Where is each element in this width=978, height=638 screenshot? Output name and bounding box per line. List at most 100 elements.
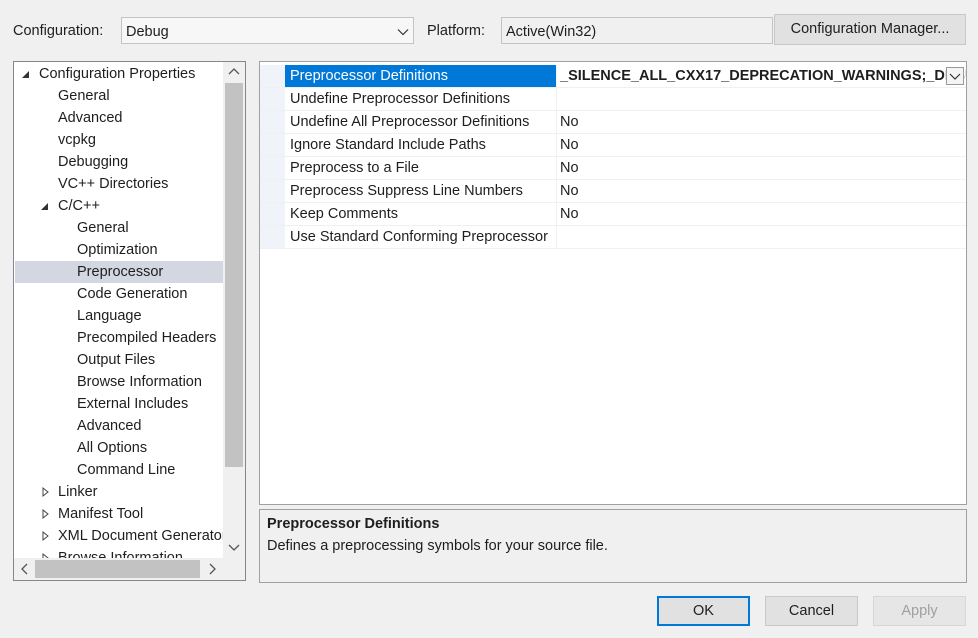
tree-item-label: Browse Information — [77, 374, 202, 390]
scroll-down-icon[interactable] — [228, 541, 240, 553]
tree-item[interactable]: Advanced — [15, 107, 223, 129]
property-name[interactable]: Undefine Preprocessor Definitions — [285, 88, 556, 110]
tree-item[interactable]: Language — [15, 305, 223, 327]
value-dropdown-button[interactable] — [946, 67, 964, 85]
platform-dropdown[interactable]: Active(Win32) — [501, 17, 773, 44]
apply-button[interactable]: Apply — [873, 596, 966, 626]
property-row[interactable]: Use Standard Conforming Preprocessor — [260, 226, 966, 249]
platform-dropdown-value: Active(Win32) — [506, 24, 597, 40]
property-row[interactable]: Undefine All Preprocessor Definitions No — [260, 111, 966, 134]
property-value-text: _SILENCE_ALL_CXX17_DEPRECATION_WARNINGS;… — [560, 68, 966, 84]
property-row[interactable]: Undefine Preprocessor Definitions — [260, 88, 966, 111]
property-row[interactable]: Ignore Standard Include Paths No — [260, 134, 966, 157]
tree-item-label: VC++ Directories — [58, 176, 169, 192]
property-grid[interactable]: Preprocessor Definitions _SILENCE_ALL_CXX… — [259, 61, 967, 505]
property-value[interactable]: No — [556, 203, 966, 225]
tree-horizontal-scrollbar[interactable] — [14, 558, 223, 580]
property-value-text: No — [560, 160, 579, 176]
property-value-text: No — [560, 137, 579, 153]
tree-item[interactable]: Optimization — [15, 239, 223, 261]
ok-button[interactable]: OK — [657, 596, 750, 626]
tree-item[interactable]: Manifest Tool — [15, 503, 223, 525]
tree-item-label: Optimization — [77, 242, 158, 258]
scroll-left-icon[interactable] — [19, 563, 31, 575]
row-gutter — [260, 157, 285, 179]
tree-item[interactable]: Code Generation — [15, 283, 223, 305]
tree-item-label: Code Generation — [77, 286, 188, 302]
row-gutter — [260, 203, 285, 225]
cancel-button[interactable]: Cancel — [765, 596, 858, 626]
property-value[interactable]: No — [556, 180, 966, 202]
description-text: Defines a preprocessing symbols for your… — [267, 538, 608, 554]
tree-collapsed-icon[interactable] — [39, 481, 51, 503]
property-value-text: No — [560, 114, 579, 130]
row-gutter — [260, 134, 285, 156]
property-value-text: No — [560, 183, 579, 199]
tree-item-label: Manifest Tool — [58, 506, 144, 522]
tree-expanded-icon[interactable] — [20, 63, 32, 85]
property-name[interactable]: Undefine All Preprocessor Definitions — [285, 111, 556, 133]
property-name[interactable]: Preprocess to a File — [285, 157, 556, 179]
tree-item[interactable]: Command Line — [15, 459, 223, 481]
property-name[interactable]: Preprocessor Definitions — [285, 65, 556, 87]
configuration-manager-button[interactable]: Configuration Manager... — [774, 14, 966, 45]
property-value-text: No — [560, 206, 579, 222]
property-value[interactable]: No — [556, 111, 966, 133]
tree-item[interactable]: Advanced — [15, 415, 223, 437]
tree-item[interactable]: XML Document Generator — [15, 525, 227, 547]
tree-item[interactable]: General — [15, 85, 223, 107]
tree-item[interactable]: Precompiled Headers — [15, 327, 223, 349]
tree-item-label: vcpkg — [58, 132, 96, 148]
tree-item[interactable]: C/C++ — [15, 195, 223, 217]
property-row[interactable]: Preprocessor Definitions _SILENCE_ALL_CXX… — [260, 65, 966, 88]
tree-item-label: Linker — [58, 484, 98, 500]
tree-item[interactable]: All Options — [15, 437, 223, 459]
property-value[interactable]: No — [556, 157, 966, 179]
tree-item[interactable]: External Includes — [15, 393, 223, 415]
tree-item[interactable]: Linker — [15, 481, 223, 503]
tree-item[interactable]: Output Files — [15, 349, 223, 371]
platform-label: Platform: — [427, 23, 486, 39]
property-value[interactable]: _SILENCE_ALL_CXX17_DEPRECATION_WARNINGS;… — [556, 65, 966, 87]
property-value[interactable] — [556, 88, 966, 110]
property-row[interactable]: Keep Comments No — [260, 203, 966, 226]
tree-item-label: General — [58, 88, 110, 104]
tree-item-label: General — [77, 220, 129, 236]
property-value[interactable]: No — [556, 134, 966, 156]
tree-item[interactable]: vcpkg — [15, 129, 223, 151]
tree-item[interactable]: General — [15, 217, 223, 239]
tree-vertical-scrollbar[interactable] — [223, 62, 245, 558]
row-gutter — [260, 88, 285, 110]
property-name[interactable]: Ignore Standard Include Paths — [285, 134, 556, 156]
row-gutter — [260, 180, 285, 202]
tree-item[interactable]: VC++ Directories — [15, 173, 223, 195]
tree-hscroll-thumb[interactable] — [35, 560, 200, 578]
tree-item[interactable]: Configuration Properties — [15, 63, 223, 85]
scroll-right-icon[interactable] — [206, 563, 218, 575]
tree-item-label: Debugging — [58, 154, 129, 170]
property-pages-tree[interactable]: Configuration Properties General Advanced v… — [13, 61, 246, 581]
chevron-down-icon — [949, 73, 961, 80]
tree-item-label: Output Files — [77, 352, 156, 368]
scrollbar-corner — [223, 558, 245, 580]
row-gutter — [260, 65, 285, 87]
tree-expanded-icon[interactable] — [39, 195, 51, 217]
property-name[interactable]: Keep Comments — [285, 203, 556, 225]
tree-item[interactable]: Debugging — [15, 151, 223, 173]
tree-item[interactable]: Browse Information — [15, 371, 223, 393]
property-value[interactable] — [556, 226, 966, 248]
tree-collapsed-icon[interactable] — [39, 503, 51, 525]
tree-item-label: Precompiled Headers — [77, 330, 217, 346]
row-gutter — [260, 226, 285, 248]
tree-collapsed-icon[interactable] — [39, 525, 51, 547]
tree-item[interactable]: Preprocessor — [15, 261, 223, 283]
configuration-label: Configuration: — [13, 23, 104, 39]
property-row[interactable]: Preprocess Suppress Line Numbers No — [260, 180, 966, 203]
property-name[interactable]: Use Standard Conforming Preprocessor — [285, 226, 556, 248]
tree-scroll-thumb[interactable] — [225, 83, 243, 467]
scroll-up-icon[interactable] — [228, 66, 240, 78]
property-name[interactable]: Preprocess Suppress Line Numbers — [285, 180, 556, 202]
tree-item-label: Advanced — [58, 110, 123, 126]
configuration-dropdown[interactable]: Debug — [121, 17, 414, 44]
property-row[interactable]: Preprocess to a File No — [260, 157, 966, 180]
